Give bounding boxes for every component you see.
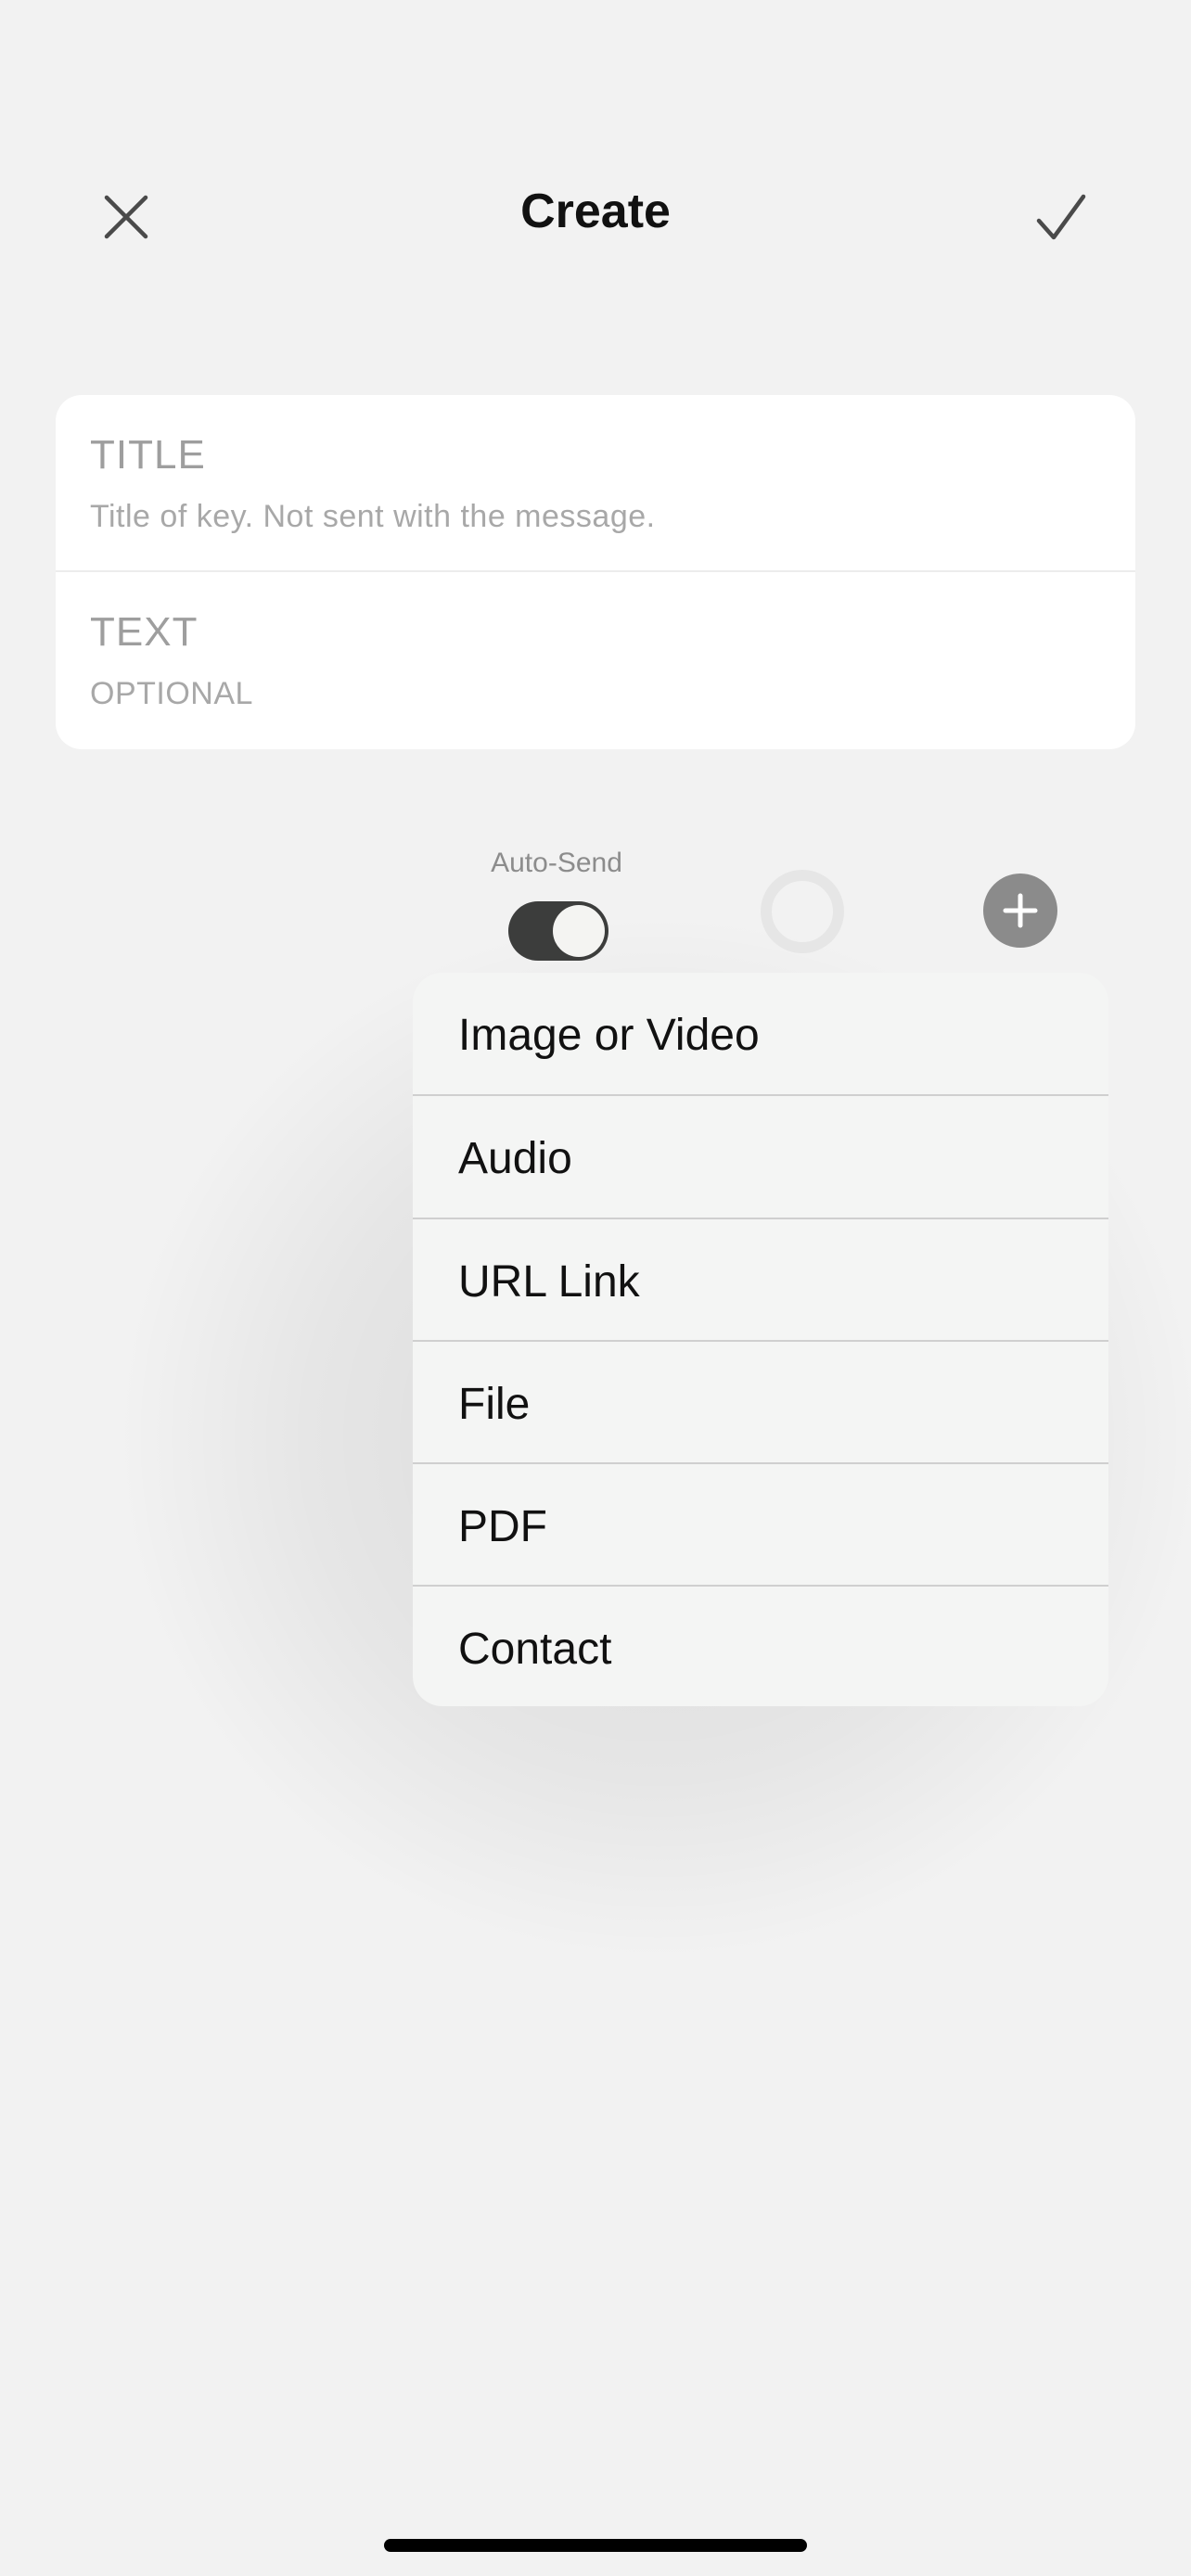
menu-item-file[interactable]: File	[413, 1342, 1108, 1463]
auto-send-toggle[interactable]	[508, 901, 608, 961]
plus-icon	[1003, 893, 1038, 928]
toggle-knob	[553, 905, 605, 957]
menu-item-pdf[interactable]: PDF	[413, 1464, 1108, 1586]
attachment-menu: Image or Video Audio URL Link File PDF C…	[413, 973, 1108, 1706]
home-indicator[interactable]	[384, 2539, 807, 2552]
title-field-hint: Title of key. Not sent with the message.	[90, 499, 656, 534]
text-field-hint: OPTIONAL	[90, 676, 253, 711]
auto-send-label: Auto-Send	[491, 848, 622, 878]
controls-bar: Auto-Send	[0, 835, 1191, 974]
nav-header: Create	[0, 148, 1191, 278]
menu-item-label: URL Link	[458, 1257, 640, 1307]
confirm-button[interactable]	[1024, 180, 1098, 254]
checkmark-icon	[1036, 194, 1086, 240]
page-title: Create	[520, 185, 671, 238]
title-field[interactable]: TITLE Title of key. Not sent with the me…	[56, 395, 1135, 571]
record-ring-icon[interactable]	[761, 870, 844, 953]
menu-item-label: Audio	[458, 1134, 572, 1183]
key-form-card: TITLE Title of key. Not sent with the me…	[56, 395, 1135, 749]
menu-item-label: PDF	[458, 1502, 547, 1551]
menu-item-audio[interactable]: Audio	[413, 1096, 1108, 1218]
menu-item-contact[interactable]: Contact	[413, 1587, 1108, 1706]
menu-item-url-link[interactable]: URL Link	[413, 1219, 1108, 1341]
menu-item-image-or-video[interactable]: Image or Video	[413, 973, 1108, 1094]
text-field-label: TEXT	[90, 609, 198, 655]
menu-item-label: File	[458, 1380, 531, 1429]
menu-item-label: Image or Video	[458, 1011, 760, 1060]
menu-item-label: Contact	[458, 1625, 612, 1674]
add-attachment-button[interactable]	[983, 874, 1057, 948]
title-field-label: TITLE	[90, 432, 206, 478]
text-field[interactable]: TEXT OPTIONAL	[56, 572, 1135, 748]
